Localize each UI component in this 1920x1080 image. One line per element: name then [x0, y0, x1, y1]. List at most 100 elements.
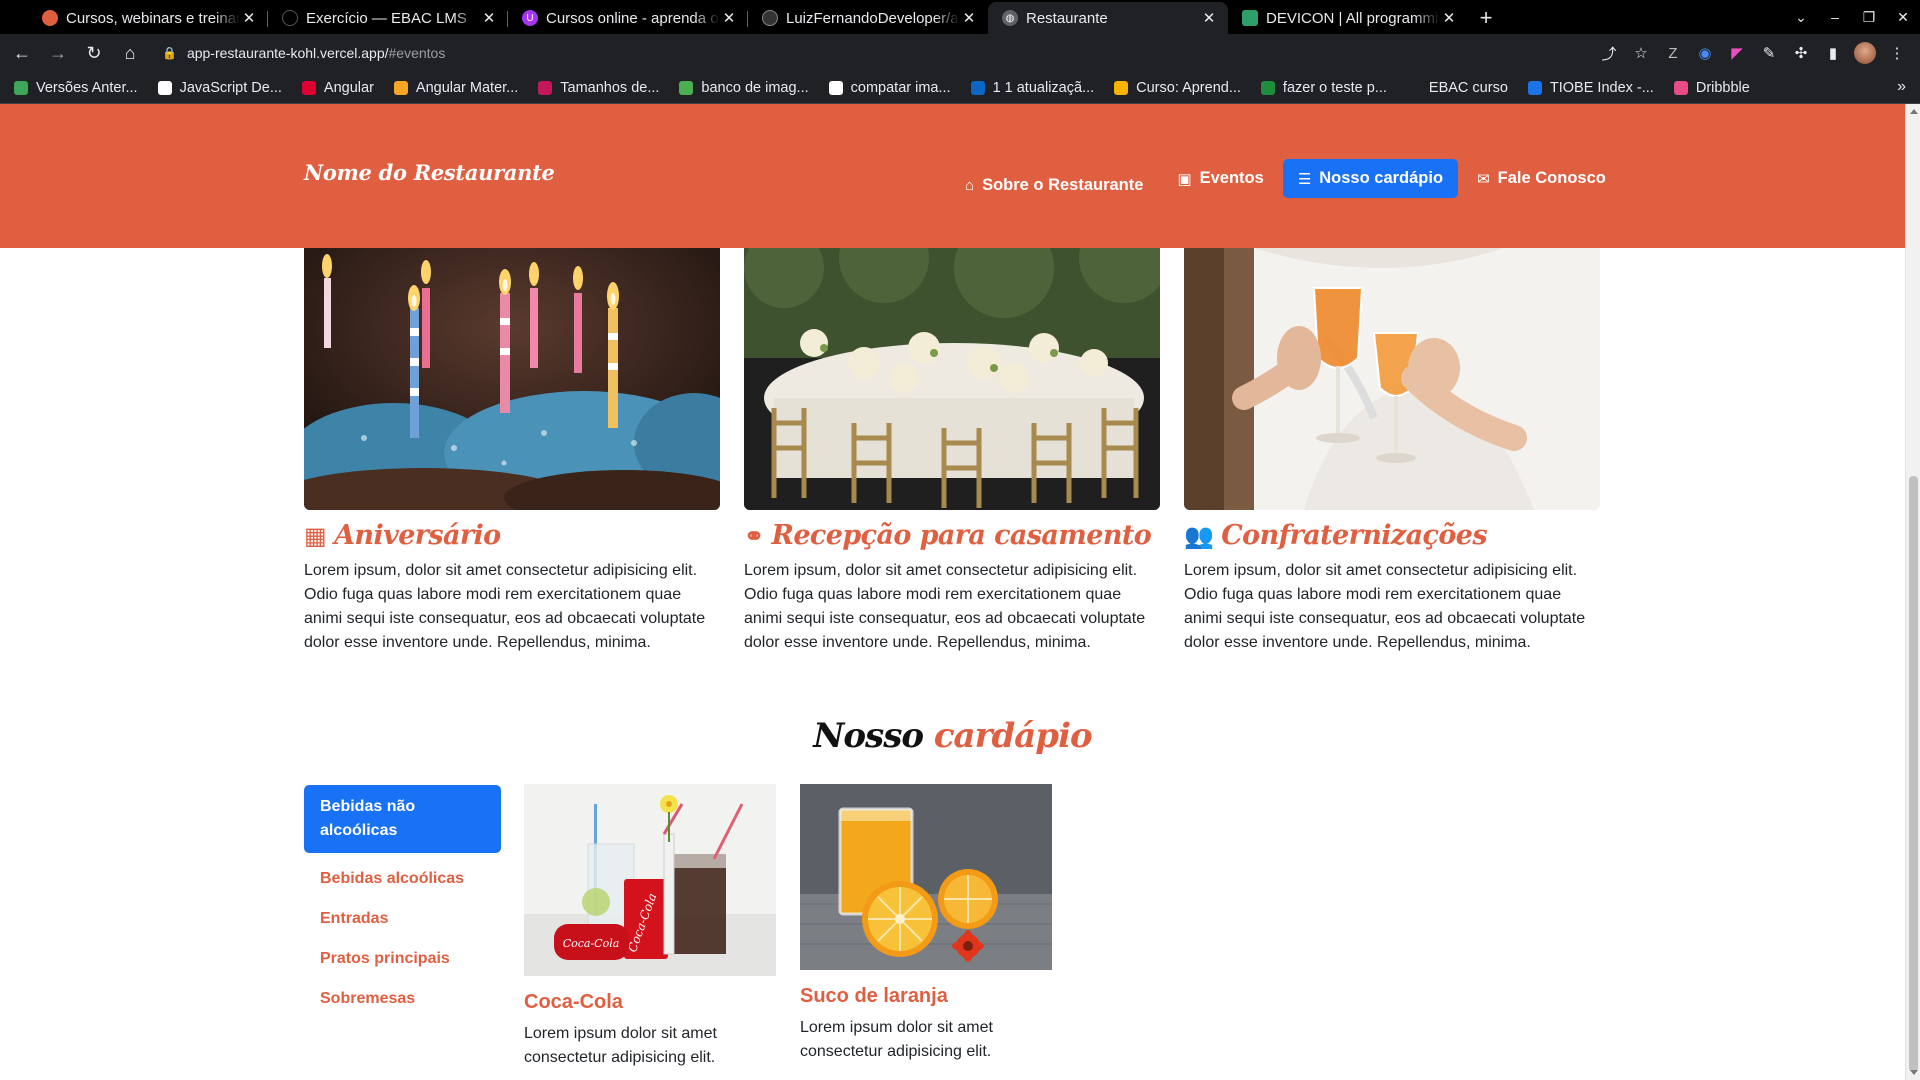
puzzle-icon[interactable]: ✣ — [1786, 39, 1816, 67]
bookmarks-overflow-icon[interactable]: » — [1897, 78, 1906, 96]
bookmark-item[interactable]: banco de imag... — [679, 80, 809, 96]
share-icon[interactable]: ⤴ — [1594, 39, 1624, 67]
tab-title: Exercício — EBAC LMS — [306, 9, 467, 27]
browser-tab[interactable]: DEVICON | All programming languages ✕ — [1228, 2, 1468, 34]
bookmark-item[interactable]: Angular Mater... — [393, 80, 518, 96]
extension-icon[interactable]: ◤ — [1722, 39, 1752, 67]
pill-starters[interactable]: Entradas — [304, 899, 501, 939]
close-icon[interactable]: ✕ — [480, 9, 498, 27]
bookmark-favicon-icon — [1527, 80, 1542, 95]
bookmark-label: 1 1 atualizaçã... — [992, 79, 1095, 96]
close-icon[interactable]: ✕ — [240, 9, 258, 27]
page-viewport: Nome do Restaurante ⌂ Sobre o Restaurante… — [0, 104, 1905, 1080]
nav-label: Eventos — [1199, 169, 1264, 187]
svg-text:Coca-Cola: Coca-Cola — [563, 937, 620, 950]
brand-logo[interactable]: Nome do Restaurante — [304, 160, 555, 185]
bookmark-item[interactable]: Angular — [301, 80, 374, 96]
home-icon[interactable]: ⌂ — [112, 38, 148, 68]
browser-tab[interactable]: U Cursos online - aprenda o que quiser ✕ — [508, 2, 748, 34]
forward-icon[interactable]: → — [40, 38, 76, 68]
bookmark-item[interactable]: Versões Anter... — [14, 80, 138, 96]
close-icon[interactable]: ✕ — [1200, 9, 1218, 27]
browser-tab-active[interactable]: ◍ Restaurante ✕ — [988, 2, 1228, 34]
nav-label: Sobre o Restaurante — [982, 176, 1144, 194]
bookmark-favicon-icon — [970, 80, 985, 95]
pill-desserts[interactable]: Sobremesas — [304, 979, 501, 1019]
bookmark-label: Versões Anter... — [36, 79, 138, 96]
bookmark-label: Tamanhos de... — [560, 79, 660, 96]
nav-events[interactable]: ▣ Eventos — [1162, 159, 1278, 198]
nav-contact[interactable]: ✉ Fale Conosco — [1462, 159, 1621, 198]
toast-image — [1184, 248, 1600, 510]
bookmark-item[interactable]: compatar ima... — [828, 79, 951, 96]
extension-icon[interactable]: ✎ — [1754, 39, 1784, 67]
extension-icon[interactable]: ◉ — [1690, 39, 1720, 67]
restore-icon[interactable]: ❐ — [1852, 9, 1886, 26]
pill-alcoholic[interactable]: Bebidas alcoólicas — [304, 859, 501, 899]
new-tab-button[interactable]: + — [1468, 2, 1504, 34]
scroll-up-icon[interactable] — [1910, 109, 1918, 114]
reload-icon[interactable]: ↻ — [76, 38, 112, 68]
tab-favicon — [1242, 10, 1258, 26]
pill-non-alcoholic[interactable]: Bebidas não alcoólicas — [304, 785, 501, 853]
page-scrollbar[interactable] — [1905, 104, 1920, 1080]
bookmark-item[interactable]: fazer o teste p... — [1260, 79, 1387, 96]
lock-icon: 🔒 — [162, 46, 177, 60]
tab-search-icon[interactable]: ⌄ — [1784, 9, 1818, 26]
bookmark-favicon-icon — [1673, 80, 1688, 95]
chat-icon: ✉ — [1477, 170, 1490, 188]
scroll-down-icon[interactable] — [1910, 1070, 1918, 1075]
rings-icon: ⚭ — [744, 521, 764, 550]
close-window-icon[interactable]: ✕ — [1886, 9, 1920, 26]
close-icon[interactable]: ✕ — [720, 9, 738, 27]
bookmark-item[interactable]: Tamanhos de... — [538, 80, 659, 96]
profile-avatar[interactable] — [1850, 39, 1880, 67]
bookmark-label: compatar ima... — [850, 79, 951, 96]
wedding-image — [744, 248, 1160, 510]
menu-title-part1: Nosso — [813, 716, 934, 756]
event-title-text: Confraternizações — [1221, 520, 1487, 551]
bookmark-item[interactable]: Curso: Aprend... — [1114, 80, 1241, 96]
kebab-menu-icon[interactable]: ⋮ — [1882, 39, 1912, 67]
menu-card-icon: ☰ — [1297, 170, 1312, 188]
bookmark-item[interactable]: TIOBE Index -... — [1527, 79, 1654, 96]
close-icon[interactable]: ✕ — [960, 9, 978, 27]
bookmark-label: fazer o teste p... — [1282, 79, 1387, 96]
bookmark-favicon-icon — [1260, 80, 1275, 95]
toolbar-actions: ⤴ ☆ Z ◉ ◤ ✎ ✣ ▮ ⋮ — [1594, 39, 1920, 67]
browser-tab[interactable]: LuizFernandoDeveloper/app-restaurante ✕ — [748, 2, 988, 34]
menu-category-pills: Bebidas não alcoólicas Bebidas alcoólica… — [304, 785, 501, 1019]
calendar-icon: ▣ — [1177, 170, 1192, 188]
menu-section-title: Nosso cardápio — [0, 716, 1905, 756]
extension-icon[interactable]: Z — [1658, 39, 1688, 67]
event-card: ⚭ Recepção para casamento Lorem ipsum, do… — [744, 248, 1160, 655]
event-title: ⚭ Recepção para casamento — [744, 520, 1160, 551]
nav-menu[interactable]: ☰ Nosso cardápio — [1282, 159, 1459, 198]
pill-main-courses[interactable]: Pratos principais — [304, 939, 501, 979]
event-title: ▦ Aniversário — [304, 520, 720, 551]
address-bar[interactable]: 🔒 app-restaurante-kohl.vercel.app/#event… — [156, 38, 1566, 68]
product-name: Coca-Cola — [524, 991, 623, 1013]
menu-title-accent: cardápio — [933, 716, 1093, 756]
nav-label: Fale Conosco — [1497, 169, 1606, 187]
bookmarks-bar: Versões Anter... JavaScript De... Angular A… — [0, 72, 1920, 104]
browser-tab[interactable]: Exercício — EBAC LMS ✕ — [268, 2, 508, 34]
minimize-icon[interactable]: – — [1818, 9, 1852, 25]
side-panel-icon[interactable]: ▮ — [1818, 39, 1848, 67]
bookmark-item[interactable]: EBAC curso — [1406, 80, 1508, 96]
scrollbar-thumb[interactable] — [1909, 476, 1918, 1072]
nav-about[interactable]: ⌂ Sobre o Restaurante — [950, 166, 1158, 205]
browser-tab[interactable]: Cursos, webinars e treinamentos ✕ — [28, 2, 268, 34]
bookmark-item[interactable]: 1 1 atualizaçã... — [970, 79, 1095, 96]
back-icon[interactable]: ← — [4, 38, 40, 68]
bookmark-favicon-icon — [393, 80, 408, 95]
bookmark-item[interactable]: Dribbble — [1673, 80, 1750, 96]
tab-favicon: U — [522, 10, 538, 26]
tab-title: LuizFernandoDeveloper/app-restaurante — [786, 9, 960, 27]
bookmark-favicon-icon — [538, 80, 553, 95]
bookmark-label: TIOBE Index -... — [1549, 79, 1654, 96]
bookmark-star-icon[interactable]: ☆ — [1626, 39, 1656, 67]
close-icon[interactable]: ✕ — [1440, 9, 1458, 27]
bookmark-item[interactable]: JavaScript De... — [157, 80, 282, 96]
bookmark-favicon-icon — [1406, 80, 1421, 95]
